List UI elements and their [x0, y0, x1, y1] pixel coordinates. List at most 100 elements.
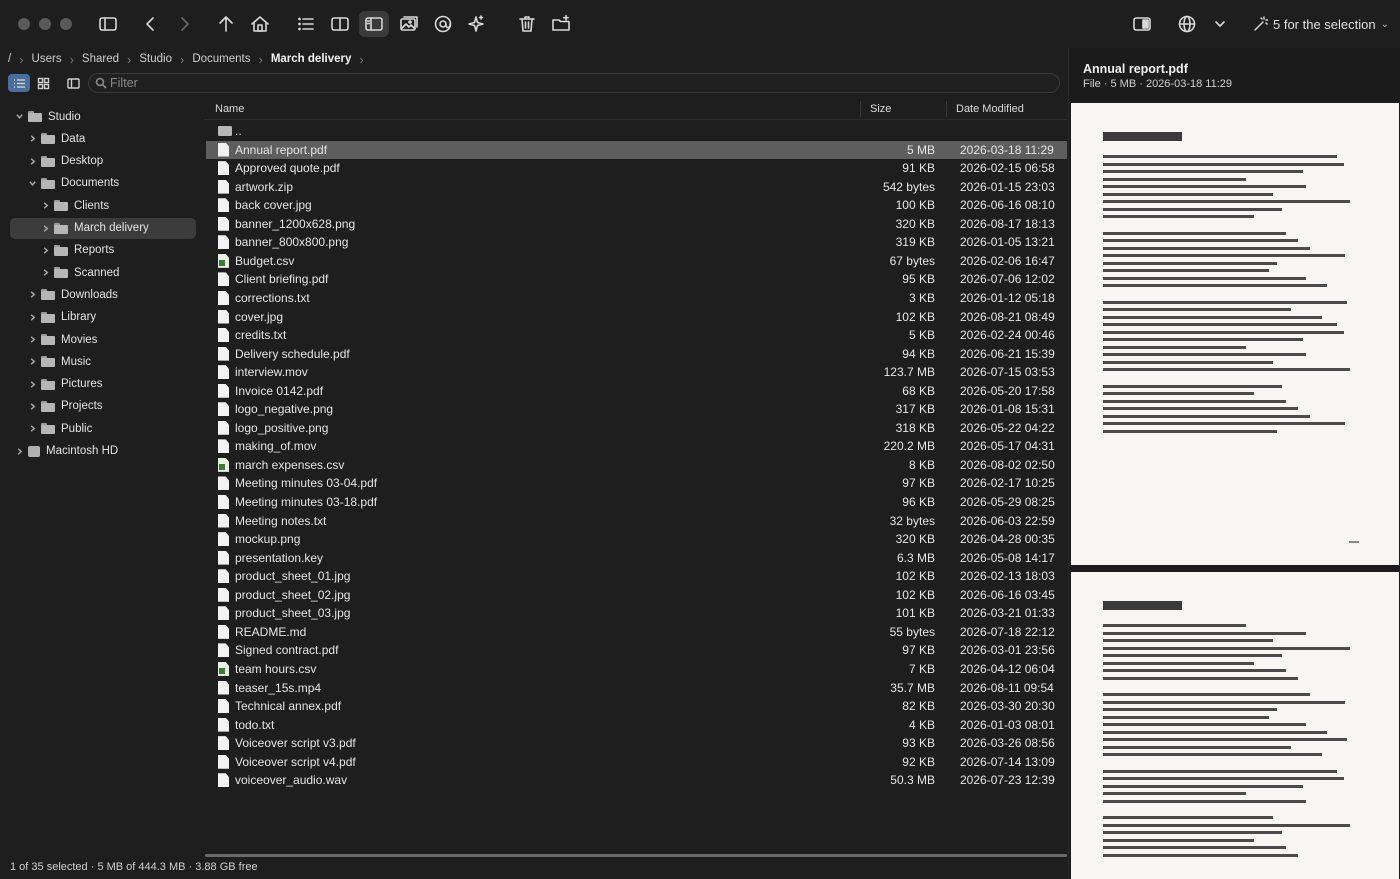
up-button[interactable]	[214, 12, 238, 36]
chevron-right-icon[interactable]	[40, 201, 50, 211]
sidebar-item-clients[interactable]: Clients	[10, 195, 196, 216]
file-row[interactable]: Meeting minutes 03-04.pdf 97 KB 2026-02-17…	[206, 474, 1067, 492]
file-row[interactable]: corrections.txt 3 KB 2026-01-12 05:18	[206, 289, 1067, 307]
date-column-header[interactable]: Date Modified	[956, 103, 1024, 115]
gallery-button[interactable]	[397, 12, 421, 36]
close-window-button[interactable]	[18, 18, 30, 30]
breadcrumb-studio[interactable]: Studio	[135, 53, 176, 65]
size-column-header[interactable]: Size	[870, 103, 891, 115]
ai-button[interactable]	[464, 12, 488, 36]
list-mode-button[interactable]	[8, 74, 30, 92]
breadcrumb-documents[interactable]: Documents	[188, 53, 254, 65]
file-row[interactable]: Budget.csv 67 bytes 2026-02-06 16:47	[206, 252, 1067, 270]
breadcrumb-current[interactable]: March delivery	[267, 53, 356, 65]
chevron-right-icon[interactable]	[14, 446, 24, 456]
file-row[interactable]: Delivery schedule.pdf 94 KB 2026-06-21 15:…	[206, 345, 1067, 363]
chevron-right-icon[interactable]	[27, 335, 37, 345]
file-row[interactable]: team hours.csv 7 KB 2026-04-12 06:04	[206, 660, 1067, 678]
chevron-right-icon[interactable]	[40, 223, 50, 233]
split-view-button[interactable]	[328, 12, 352, 36]
chevron-right-icon[interactable]	[27, 156, 37, 166]
name-column-header[interactable]: Name	[215, 103, 244, 115]
home-button[interactable]	[248, 12, 272, 36]
zoom-window-button[interactable]	[60, 18, 72, 30]
file-row[interactable]: logo_positive.png 318 KB 2026-05-22 04:22	[206, 419, 1067, 437]
tags-button[interactable]	[431, 12, 455, 36]
breadcrumb-root[interactable]: /	[8, 53, 15, 65]
file-row[interactable]: Technical annex.pdf 82 KB 2026-03-30 20:30	[206, 697, 1067, 715]
sidebar-toggle-button[interactable]	[96, 12, 120, 36]
sidebar-item-march-delivery[interactable]: March delivery	[10, 217, 196, 239]
sidebar-item-library[interactable]: Library	[10, 307, 196, 328]
file-row[interactable]: todo.txt 4 KB 2026-01-03 08:01	[206, 716, 1067, 734]
file-row[interactable]: credits.txt 5 KB 2026-02-24 00:46	[206, 326, 1067, 344]
minimize-window-button[interactable]	[39, 18, 51, 30]
file-row[interactable]: Voiceover script v4.pdf 92 KB 2026-07-14 1…	[206, 753, 1067, 771]
chevron-right-icon[interactable]	[40, 245, 50, 255]
breadcrumb-shared[interactable]: Shared	[78, 53, 123, 65]
file-row[interactable]: mockup.png 320 KB 2026-04-28 00:35	[206, 530, 1067, 548]
column-divider[interactable]	[946, 101, 947, 117]
chevron-right-icon[interactable]	[27, 290, 37, 300]
chevron-right-icon[interactable]	[27, 312, 37, 322]
chevron-right-icon[interactable]	[27, 379, 37, 389]
file-row[interactable]: back cover.jpg 100 KB 2026-06-16 08:10	[206, 196, 1067, 214]
file-row[interactable]: Invoice 0142.pdf 68 KB 2026-05-20 17:58	[206, 382, 1067, 400]
file-row[interactable]: Signed contract.pdf 97 KB 2026-03-01 23:56	[206, 641, 1067, 659]
file-row[interactable]: product_sheet_01.jpg 102 KB 2026-02-13 18:…	[206, 567, 1067, 585]
file-row[interactable]: voiceover_audio.wav 50.3 MB 2026-07-23 12:…	[206, 771, 1067, 789]
file-row[interactable]: interview.mov 123.7 MB 2026-07-15 03:53	[206, 363, 1067, 381]
column-divider[interactable]	[860, 101, 861, 117]
network-menu-button[interactable]	[1208, 12, 1232, 36]
chevron-down-icon[interactable]	[27, 178, 37, 188]
file-row[interactable]: Approved quote.pdf 91 KB 2026-02-15 06:58	[206, 159, 1067, 177]
back-button[interactable]	[139, 12, 163, 36]
inspector-button[interactable]	[1130, 12, 1154, 36]
sidebar-item-data[interactable]: Data	[10, 128, 196, 149]
sidebar-item-studio[interactable]: Studio	[10, 106, 196, 127]
file-row[interactable]: march expenses.csv 8 KB 2026-08-02 02:50	[206, 456, 1067, 474]
file-row[interactable]: logo_negative.png 317 KB 2026-01-08 15:31	[206, 400, 1067, 418]
chevron-down-icon[interactable]	[14, 112, 24, 122]
filter-field[interactable]	[88, 73, 1060, 93]
breadcrumb-users[interactable]: Users	[28, 53, 66, 65]
file-row[interactable]: making_of.mov 220.2 MB 2026-05-17 04:31	[206, 437, 1067, 455]
file-row[interactable]: Voiceover script v3.pdf 93 KB 2026-03-26 0…	[206, 734, 1067, 752]
file-row[interactable]: Meeting notes.txt 32 bytes 2026-06-03 22:5…	[206, 512, 1067, 530]
file-row[interactable]: banner_1200x628.png 320 KB 2026-08-17 18:1…	[206, 215, 1067, 233]
column-mode-button[interactable]	[62, 74, 84, 92]
sidebar-item-movies[interactable]: Movies	[10, 329, 196, 350]
file-row[interactable]: artwork.zip 542 bytes 2026-01-15 23:03	[206, 178, 1067, 196]
chevron-right-icon[interactable]	[27, 134, 37, 144]
grid-mode-button[interactable]	[32, 74, 54, 92]
file-row[interactable]: Meeting minutes 03-18.pdf 96 KB 2026-05-29…	[206, 493, 1067, 511]
sidebar-item-macintosh-hd[interactable]: Macintosh HD	[10, 441, 196, 462]
file-row[interactable]: cover.jpg 102 KB 2026-08-21 08:49	[206, 308, 1067, 326]
sidebar-item-scanned[interactable]: Scanned	[10, 262, 196, 283]
sidebar-item-documents[interactable]: Documents	[10, 173, 196, 194]
file-row[interactable]: teaser_15s.mp4 35.7 MB 2026-08-11 09:54	[206, 679, 1067, 697]
sidebar-item-desktop[interactable]: Desktop	[10, 151, 196, 172]
sidebar-item-downloads[interactable]: Downloads	[10, 284, 196, 305]
sidebar-item-reports[interactable]: Reports	[10, 240, 196, 261]
sidebar-item-projects[interactable]: Projects	[10, 396, 196, 417]
chevron-right-icon[interactable]	[27, 401, 37, 411]
sidebar-item-music[interactable]: Music	[10, 351, 196, 372]
preview-page-1[interactable]	[1071, 103, 1399, 565]
chevron-right-icon[interactable]	[27, 424, 37, 434]
file-row[interactable]: banner_800x800.png 319 KB 2026-01-05 13:21	[206, 233, 1067, 251]
file-row[interactable]: Annual report.pdf 5 MB 2026-03-18 11:29	[206, 140, 1067, 159]
new-folder-button[interactable]	[549, 12, 573, 36]
file-row[interactable]: product_sheet_02.jpg 102 KB 2026-06-16 03:…	[206, 586, 1067, 604]
preview-pane-button[interactable]	[359, 11, 389, 37]
file-row[interactable]: Client briefing.pdf 95 KB 2026-07-06 12:02	[206, 270, 1067, 288]
forward-button[interactable]	[172, 12, 196, 36]
preview-page-2[interactable]	[1071, 572, 1399, 879]
chevron-right-icon[interactable]	[27, 357, 37, 367]
file-row[interactable]: ..	[206, 122, 1067, 140]
chevron-right-icon[interactable]	[40, 268, 50, 278]
list-view-button[interactable]	[294, 12, 318, 36]
network-button[interactable]	[1175, 12, 1199, 36]
sidebar-item-public[interactable]: Public	[10, 418, 196, 439]
file-row[interactable]: README.md 55 bytes 2026-07-18 22:12	[206, 623, 1067, 641]
